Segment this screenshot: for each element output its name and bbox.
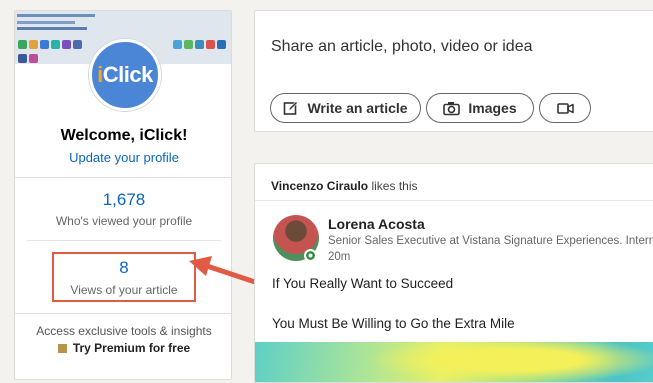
video-camera-icon bbox=[556, 102, 574, 114]
online-status-icon bbox=[304, 249, 317, 262]
update-profile-link[interactable]: Update your profile bbox=[15, 150, 231, 165]
banner-chip bbox=[173, 40, 182, 49]
banner-chip bbox=[18, 54, 27, 63]
pencil-square-icon bbox=[284, 101, 299, 115]
divider bbox=[15, 313, 231, 314]
images-label: Images bbox=[468, 100, 517, 116]
banner-chip bbox=[62, 40, 71, 49]
banner-chip bbox=[73, 40, 82, 49]
banner-strip bbox=[17, 27, 87, 30]
welcome-heading: Welcome, iClick! bbox=[60, 127, 188, 144]
post-timestamp: 20m bbox=[328, 251, 351, 263]
images-button[interactable]: Images bbox=[426, 93, 534, 123]
profile-views-label[interactable]: Who's viewed your profile bbox=[15, 214, 231, 228]
try-premium-label: Try Premium for free bbox=[72, 341, 191, 355]
profile-card: iClick Welcome, iClick! Update your prof… bbox=[14, 10, 232, 380]
author-name[interactable]: Lorena Acosta bbox=[328, 216, 425, 232]
share-box: Share an article, photo, video or idea W… bbox=[254, 10, 653, 132]
divider bbox=[255, 200, 653, 201]
divider bbox=[15, 177, 231, 178]
post-text-line: If You Really Want to Succeed bbox=[272, 276, 454, 291]
social-actor-link[interactable]: Vincenzo Ciraulo bbox=[271, 179, 368, 193]
author-headline: Senior Sales Executive at Vistana Signat… bbox=[328, 235, 653, 247]
premium-badge-icon bbox=[57, 344, 67, 353]
post-image[interactable] bbox=[255, 342, 653, 382]
banner-strip bbox=[17, 14, 95, 17]
premium-description: Access exclusive tools & insights bbox=[36, 324, 212, 338]
video-button[interactable] bbox=[539, 93, 591, 123]
write-article-label: Write an article bbox=[307, 100, 408, 116]
banner-chip bbox=[18, 40, 27, 49]
highlight-box bbox=[52, 252, 196, 302]
avatar-logo-text: iClick bbox=[97, 62, 153, 88]
banner-chip bbox=[195, 40, 204, 49]
divider bbox=[27, 240, 221, 241]
social-context: Vincenzo Ciraulo likes this bbox=[271, 179, 418, 193]
try-premium-link[interactable]: Try Premium for free bbox=[15, 341, 231, 355]
feed-post-card: Vincenzo Ciraulo likes this Lorena Acost… bbox=[254, 163, 653, 383]
banner-strip bbox=[17, 21, 75, 24]
post-text-line: You Must Be Willing to Go the Extra Mile bbox=[272, 316, 515, 331]
arrow-annotation-icon bbox=[189, 256, 264, 287]
banner-chip bbox=[184, 40, 193, 49]
social-action: likes this bbox=[368, 179, 418, 193]
camera-icon bbox=[443, 101, 461, 115]
banner-chip bbox=[217, 40, 226, 49]
profile-avatar[interactable]: iClick bbox=[89, 39, 161, 111]
banner-chip bbox=[29, 54, 38, 63]
write-article-button[interactable]: Write an article bbox=[270, 93, 421, 123]
banner-chip bbox=[29, 40, 38, 49]
share-prompt[interactable]: Share an article, photo, video or idea bbox=[271, 38, 533, 56]
banner-chip bbox=[40, 40, 49, 49]
avatar-logo-word: Click bbox=[102, 62, 154, 87]
profile-views-count[interactable]: 1,678 bbox=[15, 190, 231, 210]
banner-chip bbox=[51, 40, 60, 49]
banner-chip bbox=[206, 40, 215, 49]
